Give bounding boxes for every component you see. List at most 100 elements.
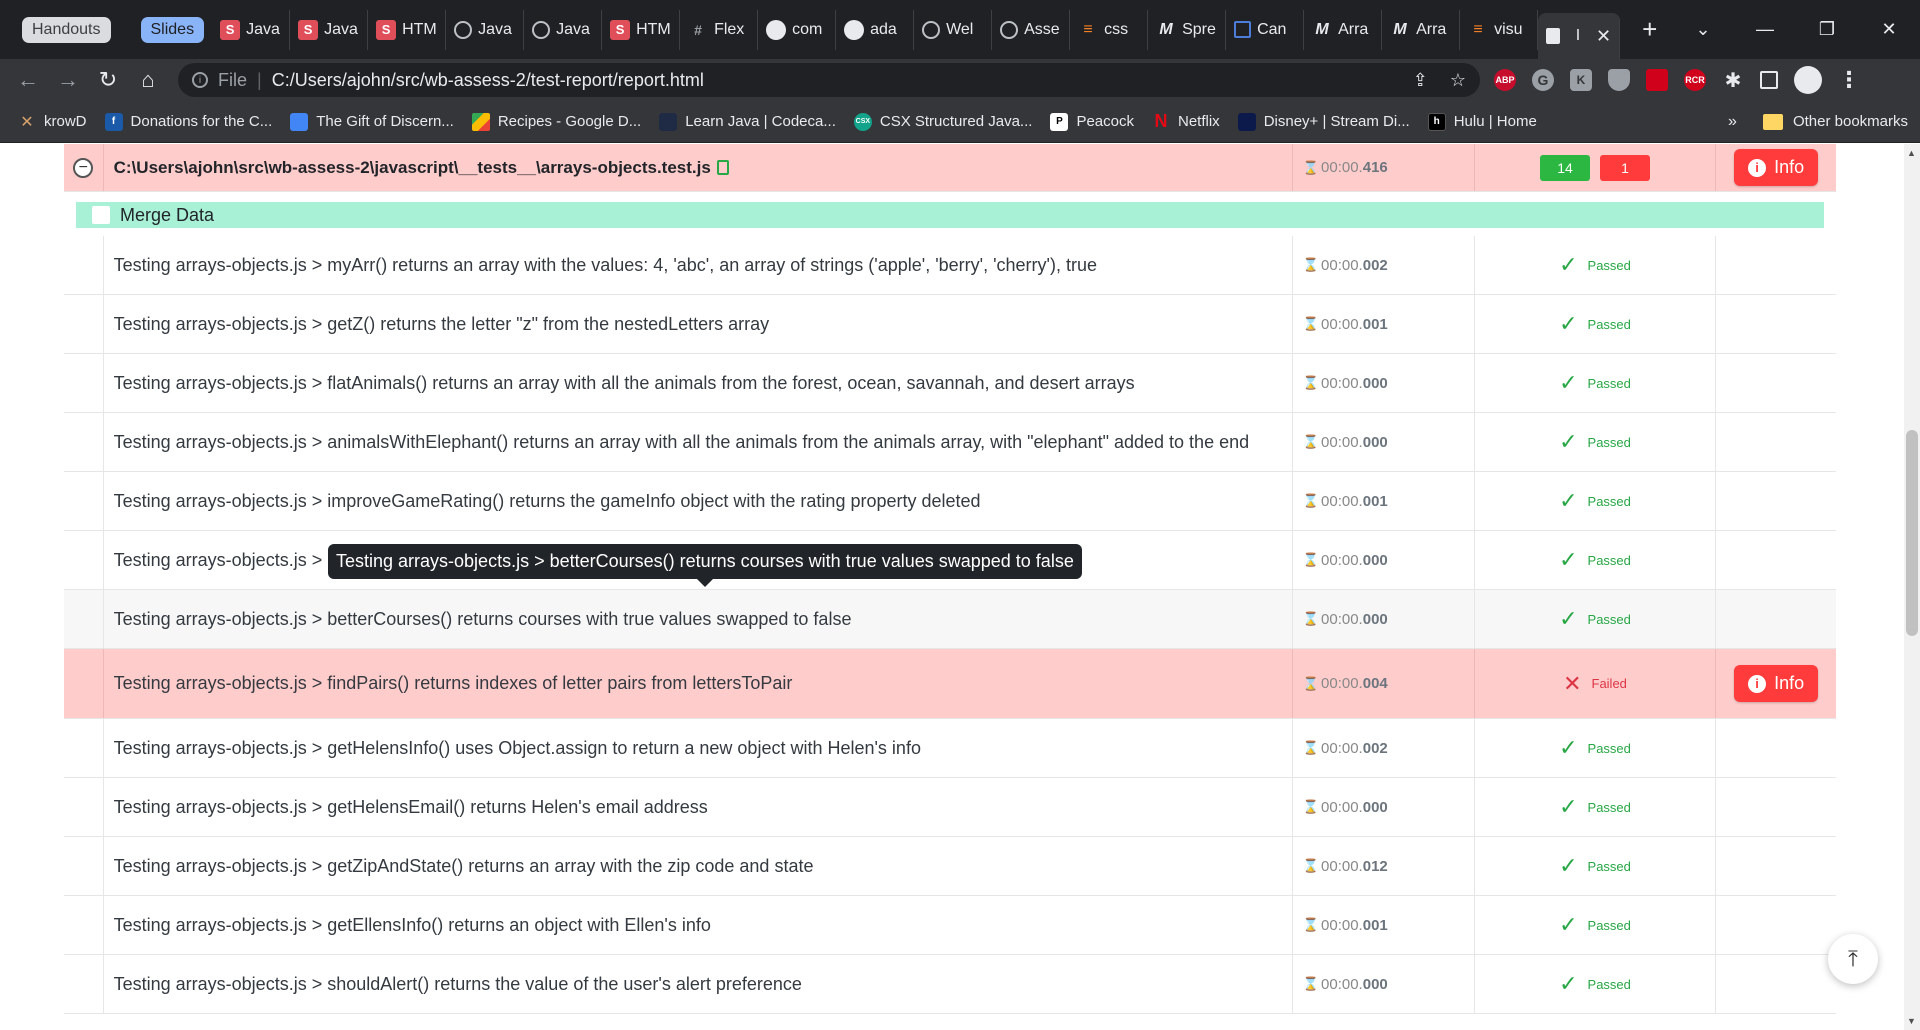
browser-tab[interactable]: Java [524,9,603,50]
scroll-up-arrow[interactable]: ▲ [1907,148,1916,158]
passed-count-badge[interactable]: 14 [1540,154,1590,181]
check-icon: ✓ [1559,488,1578,513]
bookmark-item[interactable]: The Gift of Discern... [290,112,454,131]
status-label: Passed [1587,858,1631,874]
test-info-cell [1716,354,1836,412]
duration-ms: 004 [1362,675,1388,692]
browser-tab[interactable]: # Flex [680,9,759,50]
failed-count-badge[interactable]: 1 [1600,154,1650,181]
browser-toolbar: ← → ↻ ⌂ i File | C:/Users/ajohn/src/wb-a… [0,59,1920,101]
bookmarks-overflow-button[interactable]: » [1728,113,1737,131]
browser-tab[interactable]: Asse [992,9,1071,50]
menu-kebab-icon[interactable]: ⋮ [1838,67,1860,92]
browser-tab[interactable]: S Java [212,9,291,50]
reload-button[interactable]: ↻ [88,67,128,93]
s-icon: S [220,19,241,40]
tab-group-handouts[interactable]: Handouts [22,16,111,43]
file-info-button[interactable]: i Info [1734,149,1819,186]
k-extension-icon[interactable]: K [1570,69,1592,91]
duration-ms: 002 [1362,256,1388,274]
bookmark-favicon-icon [290,112,309,131]
tab-label: ada [870,20,897,38]
test-duration: ⌛ 00:00. 001 [1293,472,1475,530]
copy-icon[interactable] [716,160,729,175]
bookmark-star-icon[interactable]: ☆ [1450,70,1466,91]
test-info-button[interactable]: i Info [1734,665,1819,702]
file-info-cell: i Info [1716,144,1836,191]
test-name-cell: Testing arrays-objects.js > improveGameR… [104,472,1293,530]
browser-tab[interactable]: S HTM [368,9,447,50]
duration-prefix: 00:00. [1321,492,1363,510]
bookmark-item[interactable]: CSX CSX Structured Java... [853,112,1033,131]
other-bookmarks[interactable]: Other bookmarks [1793,113,1908,130]
bookmark-item[interactable]: h Hulu | Home [1427,112,1537,131]
browser-tab[interactable]: ≡ css [1070,9,1149,50]
browser-tab[interactable]: Java [446,9,525,50]
scroll-down-arrow[interactable]: ▼ [1907,1016,1916,1026]
browser-tab[interactable]: S Java [290,9,369,50]
back-button[interactable]: ← [8,67,48,93]
new-tab-button[interactable]: + [1642,14,1657,45]
tab-group-slides[interactable]: Slides [140,16,205,43]
collapse-toggle-icon[interactable]: − [73,157,94,178]
test-duration: ⌛ 00:00. 000 [1293,531,1475,589]
bookmark-item[interactable]: N Netflix [1152,111,1220,131]
close-tab-icon[interactable]: ✕ [1596,26,1611,47]
maximize-button[interactable]: ❐ [1796,19,1858,40]
bookmark-item[interactable]: f Donations for the C... [104,112,273,131]
site-info-icon[interactable]: i [192,72,208,88]
address-bar[interactable]: i File | C:/Users/ajohn/src/wb-assess-2/… [178,63,1480,97]
browser-tab[interactable]: ada [836,9,915,50]
rcr-extension-icon[interactable]: RCR [1684,69,1706,91]
home-button[interactable]: ⌂ [128,67,168,93]
hourglass-icon: ⌛ [1302,552,1320,567]
bookmark-label: CSX Structured Java... [879,113,1033,130]
bookmark-item[interactable]: Disney+ | Stream Di... [1237,112,1410,131]
browser-tab[interactable]: com [758,9,837,50]
browser-tab[interactable]: ≡ visu [1460,9,1539,50]
test-duration: ⌛ 00:00. 001 [1293,896,1475,954]
bookmark-label: Hulu | Home [1453,113,1537,130]
shield-icon[interactable] [1608,69,1630,91]
close-window-button[interactable]: ✕ [1858,19,1920,40]
browser-tab[interactable]: M Arra [1304,9,1383,50]
extensions-puzzle-icon[interactable]: ✱ [1722,69,1744,92]
url-text[interactable]: C:/Users/ajohn/src/wb-assess-2/test-repo… [272,70,704,91]
browser-tab[interactable]: M Arra [1382,9,1461,50]
forward-button[interactable]: → [48,67,88,93]
scroll-to-top-button[interactable]: ⤒ [1828,934,1878,984]
browser-tab[interactable]: Wel [914,9,993,50]
browser-tab[interactable]: S HTM [602,9,681,50]
check-icon: ✓ [1559,252,1578,277]
hourglass-icon: ⌛ [1302,257,1320,272]
test-status: ✓ Passed [1475,896,1717,954]
scrollbar-thumb[interactable] [1906,430,1918,636]
grammarly-icon[interactable]: G [1532,69,1554,91]
minimize-button[interactable]: — [1734,19,1796,40]
bookmark-label: Disney+ | Stream Di... [1263,113,1410,130]
duration-ms: 000 [1362,975,1388,993]
side-panel-icon[interactable] [1760,71,1778,89]
active-tab[interactable]: I ✕ [1538,13,1621,59]
tab-search-icon[interactable]: ⌄ [1672,19,1734,40]
test-group-header[interactable]: Merge Data [76,202,1824,228]
test-row: Testing arrays-objects.js > shouldAlert(… [64,955,1836,1014]
profile-avatar[interactable] [1794,66,1822,94]
bookmark-item[interactable]: P Peacock [1050,112,1134,131]
bookmark-item[interactable]: ✕ krowD [18,113,86,131]
browser-tab[interactable]: Can [1226,9,1305,50]
hourglass-icon: ⌛ [1302,799,1320,814]
test-duration: ⌛ 00:00. 012 [1293,837,1475,895]
page-scrollbar[interactable]: ▲ ▼ [1904,144,1920,1030]
share-icon[interactable]: ⇪ [1413,70,1428,91]
bookmark-item[interactable]: Recipes - Google D... [471,112,641,131]
group-checkbox[interactable] [92,206,110,224]
mdn-icon: M [1393,20,1407,38]
bookmark-item[interactable]: Learn Java | Codeca... [659,112,836,131]
adblock-icon[interactable]: ABP [1494,69,1516,91]
mcafee-icon[interactable] [1646,69,1668,91]
bookmark-label: Donations for the C... [130,113,273,130]
row-gutter [64,719,104,777]
browser-tab[interactable]: M Spre [1148,9,1227,50]
flex-icon: # [694,21,702,38]
